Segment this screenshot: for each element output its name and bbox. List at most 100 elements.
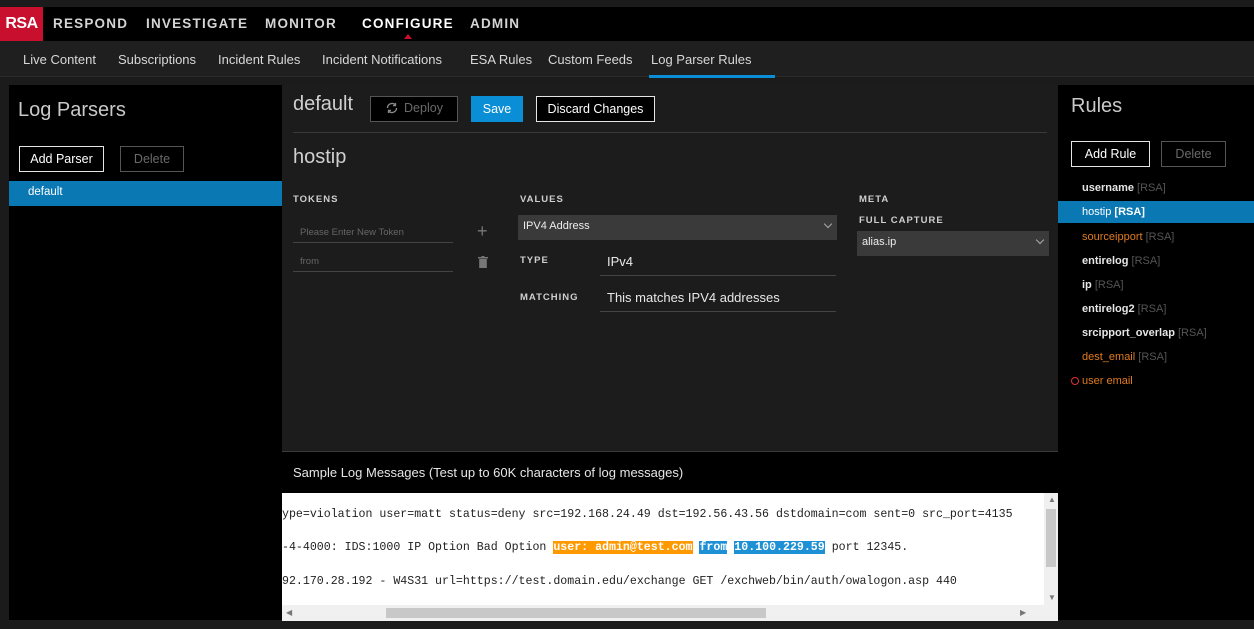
highlight-ip: 10.100.229.59 [734,541,825,554]
full-capture-label: FULL CAPTURE [859,215,944,226]
rule-name: srcipport_overlap [1082,327,1175,339]
values-heading: VALUES [520,194,564,205]
deploy-label: Deploy [404,101,443,115]
rule-tag: [RSA] [1131,255,1161,267]
rule-item-srcipport-overlap[interactable]: srcipport_overlap [RSA] [1082,327,1207,339]
log-parsers-panel: Log Parsers Add Parser Delete default [9,85,282,620]
subnav-incident-notifications[interactable]: Incident Notifications [322,41,442,77]
chevron-down-icon [1035,235,1045,245]
error-icon [1071,377,1079,385]
rule-tag: [RSA] [1137,303,1167,315]
rule-item-ip[interactable]: ip [RSA] [1082,279,1124,291]
parser-item-default[interactable]: default [9,181,282,206]
delete-parser-button[interactable]: Delete [120,146,184,172]
log-horizontal-scrollbar[interactable]: ◀ ▶ [282,605,1044,621]
log-line-2: -4-4000: IDS:1000 IP Option Bad Option u… [282,541,908,554]
rule-tag: [RSA] [1177,327,1207,339]
log-vertical-scrollbar[interactable]: ▲ ▼ [1044,493,1058,621]
rule-tag: [RSA] [1094,279,1124,291]
meta-select[interactable]: alias.ip [857,231,1049,256]
log-line-2-start: -4-4000: IDS:1000 IP Option Bad Option [282,541,554,554]
horizontal-scroll-thumb[interactable] [386,608,766,618]
log-line-3: 92.170.28.192 - W4S31 url=https://test.d… [282,575,957,588]
rule-name: hostip [1082,206,1112,218]
rule-item-dest-email[interactable]: dest_email [RSA] [1082,351,1167,363]
delete-rule-button[interactable]: Delete [1161,141,1226,167]
rule-item-sourceipport[interactable]: sourceipport [RSA] [1082,231,1174,243]
parser-title: default [293,93,354,115]
nav-monitor[interactable]: MONITOR [265,7,337,41]
rules-title: Rules [1071,95,1123,117]
rule-name: sourceipport [1082,231,1143,243]
matching-value: This matches IPV4 addresses [607,290,780,305]
active-caret-icon [403,34,412,39]
log-line-2-end: port 12345. [824,541,909,554]
rule-tag: [RSA] [1145,231,1175,243]
subnav-incident-rules[interactable]: Incident Rules [218,41,300,77]
value-type-select[interactable]: IPV4 Address [518,215,837,240]
log-line-1: ype=violation user=matt status=deny src=… [282,508,1013,521]
rule-name: dest_email [1082,351,1136,363]
subnav-custom-feeds[interactable]: Custom Feeds [548,41,633,77]
token-input-underline [293,242,453,243]
rule-name-title: hostip [293,146,347,168]
value-type-select-label: IPV4 Address [523,220,590,232]
nav-configure[interactable]: CONFIGURE [362,7,454,41]
rule-editor-panel: default Deploy Save Discard Changes host… [282,85,1058,621]
rule-item-hostip[interactable]: hostip [RSA] [1082,206,1145,218]
nav-admin[interactable]: ADMIN [470,7,520,41]
token-input[interactable]: Please Enter New Token [300,227,404,238]
scroll-right-icon[interactable]: ▶ [1020,608,1026,617]
type-underline [600,275,836,276]
nav-respond[interactable]: RESPOND [53,7,128,41]
subnav-live-content[interactable]: Live Content [23,41,96,77]
type-label: TYPE [520,255,549,266]
rule-item-entirelog2[interactable]: entirelog2 [RSA] [1082,303,1166,315]
meta-select-label: alias.ip [862,236,897,248]
app-frame: RSA RESPOND INVESTIGATE MONITOR CONFIGUR… [0,0,1254,629]
deploy-button[interactable]: Deploy [370,96,458,122]
token-item-from[interactable]: from [300,256,319,267]
highlight-user-email: user: admin@test.com [553,541,693,554]
deploy-refresh-icon [386,102,398,114]
scroll-left-icon[interactable]: ◀ [286,608,292,617]
nav-investigate[interactable]: INVESTIGATE [146,7,248,41]
active-tab-underline [649,75,776,78]
add-token-icon[interactable]: + [477,222,488,240]
scroll-up-icon[interactable]: ▲ [1048,495,1056,504]
rule-item-entirelog[interactable]: entirelog [RSA] [1082,255,1160,267]
rule-item-user-email[interactable]: user email [1071,375,1133,387]
rule-tag: [RSA] [1114,206,1145,218]
sample-log-textarea[interactable]: ype=violation user=matt status=deny src=… [282,493,1044,605]
discard-changes-button[interactable]: Discard Changes [536,96,655,122]
add-rule-button[interactable]: Add Rule [1071,141,1150,167]
add-parser-button[interactable]: Add Parser [19,146,104,172]
sample-log-section: Sample Log Messages (Test up to 60K char… [282,451,1058,621]
subnav-log-parser-rules-label: Log Parser Rules [651,52,752,67]
token-item-underline [293,271,453,272]
top-nav: RSA RESPOND INVESTIGATE MONITOR CONFIGUR… [0,7,1254,41]
header-divider [293,132,1047,133]
scroll-down-icon[interactable]: ▼ [1048,593,1056,602]
log-parsers-title: Log Parsers [18,99,126,121]
vertical-scroll-thumb[interactable] [1046,509,1056,567]
rule-tag: [RSA] [1138,351,1167,363]
tokens-heading: TOKENS [293,194,339,205]
rule-name: user email [1082,375,1133,387]
subnav-log-parser-rules[interactable]: Log Parser Rules [649,41,776,78]
rules-panel: Rules Add Rule Delete username [RSA] hos… [1058,85,1254,620]
type-value: IPv4 [607,254,634,269]
meta-heading: META [859,194,890,205]
chevron-down-icon [823,219,833,229]
subnav-esa-rules[interactable]: ESA Rules [470,41,532,77]
highlight-token-from: from [699,541,728,554]
rule-name: ip [1082,279,1092,291]
save-button[interactable]: Save [471,96,523,122]
matching-label: MATCHING [520,292,579,303]
trash-icon[interactable] [478,256,488,268]
sample-log-title: Sample Log Messages (Test up to 60K char… [293,465,684,480]
rule-name: username [1082,182,1134,194]
rsa-logo: RSA [0,7,43,41]
subnav-subscriptions[interactable]: Subscriptions [118,41,196,77]
rule-item-username[interactable]: username [RSA] [1082,182,1166,194]
